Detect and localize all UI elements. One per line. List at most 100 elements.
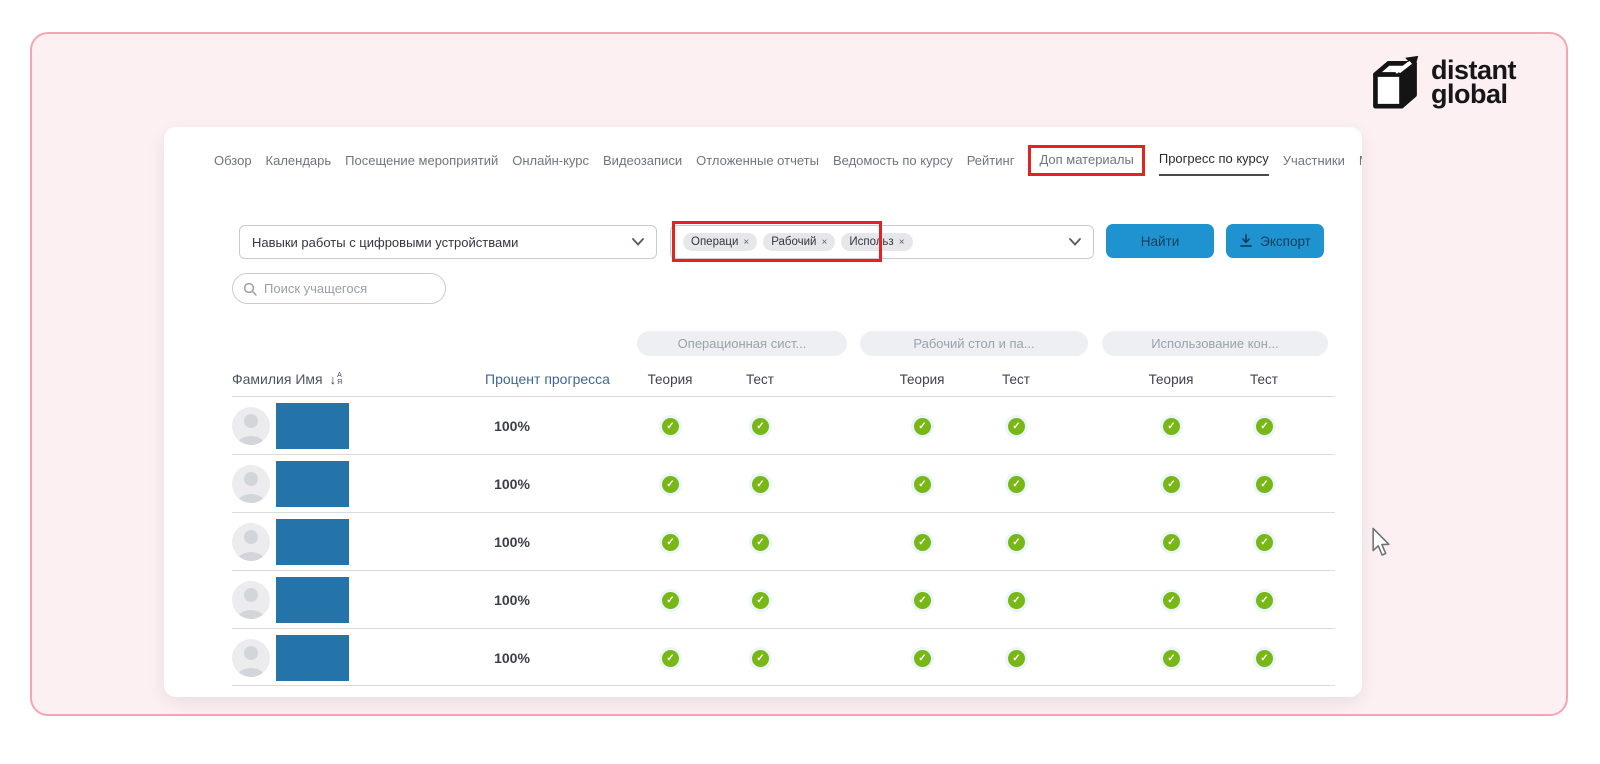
topic-tag[interactable]: Операци × bbox=[683, 233, 757, 251]
tab-uchastniki[interactable]: Участники bbox=[1283, 153, 1345, 176]
topic-tag[interactable]: Рабочий × bbox=[763, 233, 835, 251]
sort-az-letters: А Я bbox=[337, 372, 342, 386]
tab-poseshchenie[interactable]: Посещение мероприятий bbox=[345, 153, 498, 176]
tab-dop-materialy-highlighted[interactable]: Доп материалы bbox=[1028, 145, 1144, 176]
subheader-test: Тест bbox=[1002, 372, 1030, 387]
student-search[interactable] bbox=[232, 273, 446, 304]
check-icon: ✓ bbox=[1256, 534, 1273, 551]
check-icon: ✓ bbox=[752, 418, 769, 435]
check-icon: ✓ bbox=[1163, 534, 1180, 551]
avatar bbox=[232, 523, 270, 561]
check-icon: ✓ bbox=[1163, 592, 1180, 609]
progress-value: 100% bbox=[472, 418, 552, 434]
tab-obzor[interactable]: Обзор bbox=[214, 153, 252, 176]
export-button[interactable]: Экспорт bbox=[1226, 224, 1324, 258]
topic-tag-label: Операци bbox=[691, 236, 738, 248]
check-icon: ✓ bbox=[1008, 476, 1025, 493]
check-icon: ✓ bbox=[662, 650, 679, 667]
export-button-label: Экспорт bbox=[1260, 234, 1311, 249]
check-icon: ✓ bbox=[1163, 476, 1180, 493]
column-header-name: Фамилия Имя ↓ А Я bbox=[232, 371, 342, 387]
check-icon: ✓ bbox=[1163, 650, 1180, 667]
students-table-body: 100% ✓ ✓ ✓ ✓ ✓ ✓ 100% ✓ ✓ ✓ ✓ bbox=[164, 396, 1362, 686]
course-nav-tabs: Обзор Календарь Посещение мероприятий Он… bbox=[214, 145, 1362, 176]
sort-arrow-down-icon: ↓ bbox=[330, 372, 337, 387]
check-icon: ✓ bbox=[1256, 476, 1273, 493]
check-icon: ✓ bbox=[1256, 418, 1273, 435]
person-icon bbox=[232, 523, 270, 561]
avatar bbox=[232, 639, 270, 677]
check-icon: ✓ bbox=[752, 476, 769, 493]
check-icon: ✓ bbox=[1256, 650, 1273, 667]
subheader-theory: Теория bbox=[1149, 372, 1194, 387]
table-row: 100% ✓ ✓ ✓ ✓ ✓ ✓ bbox=[232, 396, 1335, 454]
tab-mentory[interactable]: Менторы bbox=[1359, 153, 1362, 176]
tag-remove-icon[interactable]: × bbox=[821, 237, 827, 248]
group-header-desktop: Рабочий стол и па... bbox=[860, 331, 1088, 356]
tag-remove-icon[interactable]: × bbox=[899, 237, 905, 248]
tag-remove-icon[interactable]: × bbox=[743, 237, 749, 248]
table-row: 100% ✓ ✓ ✓ ✓ ✓ ✓ bbox=[232, 628, 1335, 686]
group-header-usage: Использование кон... bbox=[1102, 331, 1328, 356]
tab-otlozhennye-otchety[interactable]: Отложенные отчеты bbox=[696, 153, 819, 176]
person-icon bbox=[232, 581, 270, 619]
check-icon: ✓ bbox=[752, 592, 769, 609]
download-icon bbox=[1239, 234, 1253, 248]
chevron-down-icon bbox=[632, 238, 644, 246]
progress-value: 100% bbox=[472, 476, 552, 492]
tab-progress-po-kursu-active[interactable]: Прогресс по курсу bbox=[1159, 151, 1269, 176]
check-icon: ✓ bbox=[1008, 650, 1025, 667]
student-search-input[interactable] bbox=[264, 281, 424, 296]
check-icon: ✓ bbox=[1008, 534, 1025, 551]
check-icon: ✓ bbox=[662, 592, 679, 609]
check-icon: ✓ bbox=[662, 534, 679, 551]
sort-alphabetical-control[interactable]: ↓ А Я bbox=[330, 372, 343, 387]
tab-kalendar[interactable]: Календарь bbox=[266, 153, 332, 176]
mouse-cursor-icon bbox=[1371, 527, 1391, 557]
check-icon: ✓ bbox=[1256, 592, 1273, 609]
check-icon: ✓ bbox=[662, 418, 679, 435]
tab-reyting[interactable]: Рейтинг bbox=[967, 153, 1015, 176]
progress-value: 100% bbox=[472, 592, 552, 608]
avatar bbox=[232, 581, 270, 619]
subheader-test: Тест bbox=[746, 372, 774, 387]
app-panel: Обзор Календарь Посещение мероприятий Он… bbox=[164, 127, 1362, 697]
column-header-progress: Процент прогресса bbox=[485, 371, 610, 387]
person-icon bbox=[232, 639, 270, 677]
subheader-theory: Теория bbox=[900, 372, 945, 387]
search-icon bbox=[243, 282, 257, 296]
find-button[interactable]: Найти bbox=[1106, 224, 1214, 258]
topic-tag[interactable]: Использ × bbox=[841, 233, 912, 251]
check-icon: ✓ bbox=[1008, 592, 1025, 609]
subheader-test: Тест bbox=[1250, 372, 1278, 387]
tab-online-kurs[interactable]: Онлайн-курс bbox=[512, 153, 589, 176]
brand-logo: distant global bbox=[1368, 54, 1516, 110]
table-row: 100% ✓ ✓ ✓ ✓ ✓ ✓ bbox=[232, 512, 1335, 570]
check-icon: ✓ bbox=[1008, 418, 1025, 435]
student-name-redacted bbox=[276, 403, 349, 449]
table-row: 100% ✓ ✓ ✓ ✓ ✓ ✓ bbox=[232, 454, 1335, 512]
avatar bbox=[232, 407, 270, 445]
check-icon: ✓ bbox=[662, 476, 679, 493]
check-icon: ✓ bbox=[752, 650, 769, 667]
check-icon: ✓ bbox=[914, 650, 931, 667]
student-name-redacted bbox=[276, 519, 349, 565]
topics-multiselect[interactable]: Операци × Рабочий × Использ × bbox=[670, 225, 1094, 259]
check-icon: ✓ bbox=[914, 418, 931, 435]
subheader-theory: Теория bbox=[648, 372, 693, 387]
person-icon bbox=[232, 465, 270, 503]
name-header-label: Фамилия Имя bbox=[232, 371, 323, 387]
tab-videozapisi[interactable]: Видеозаписи bbox=[603, 153, 682, 176]
outer-pink-card: distant global Обзор Календарь Посещение… bbox=[30, 32, 1568, 716]
check-icon: ✓ bbox=[914, 534, 931, 551]
student-name-redacted bbox=[276, 635, 349, 681]
brand-name: distant global bbox=[1431, 58, 1516, 106]
cube-arrow-logo-icon bbox=[1368, 54, 1422, 110]
tab-vedomost[interactable]: Ведомость по курсу bbox=[833, 153, 953, 176]
topic-tag-label: Использ bbox=[849, 236, 893, 248]
table-row: 100% ✓ ✓ ✓ ✓ ✓ ✓ bbox=[232, 570, 1335, 628]
avatar bbox=[232, 465, 270, 503]
chevron-down-icon bbox=[1069, 238, 1081, 246]
course-select-value: Навыки работы с цифровыми устройствами bbox=[252, 235, 518, 250]
course-select[interactable]: Навыки работы с цифровыми устройствами bbox=[239, 225, 657, 259]
